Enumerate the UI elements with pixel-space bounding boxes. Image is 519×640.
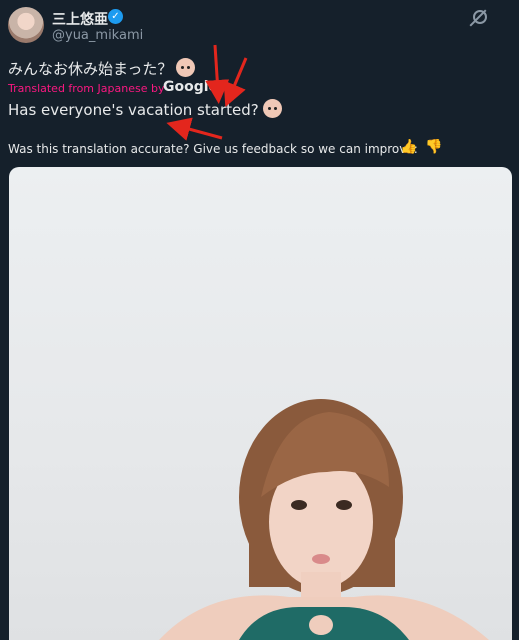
tweet-media-image[interactable] xyxy=(9,167,512,640)
photo-illustration xyxy=(159,399,489,640)
annotation-arrows xyxy=(166,44,248,141)
